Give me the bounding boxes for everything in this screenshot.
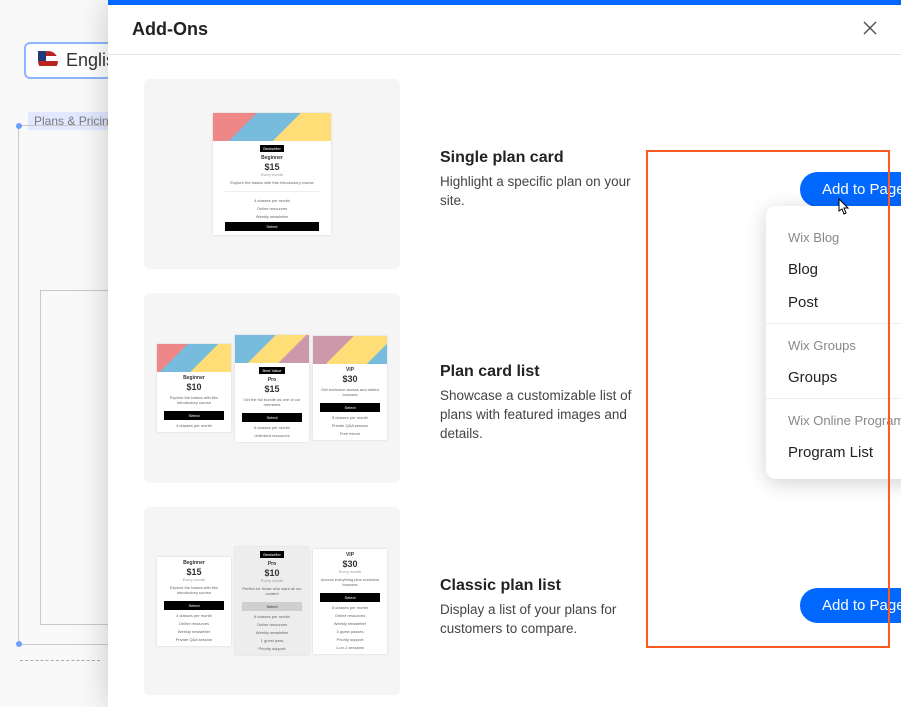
close-icon bbox=[863, 21, 877, 35]
dropdown-item-program-list[interactable]: Program List bbox=[766, 436, 901, 469]
modal-title: Add-Ons bbox=[132, 19, 208, 40]
addon-description: Showcase a customizable list of plans wi… bbox=[440, 387, 650, 444]
dropdown-group: Wix Blog Blog Post bbox=[766, 220, 901, 319]
addon-text: Classic plan list Display a list of your… bbox=[440, 507, 650, 639]
dropdown-item-post[interactable]: Post bbox=[766, 286, 901, 319]
canvas-guide bbox=[20, 660, 100, 661]
dropdown-group: Wix Groups Groups bbox=[766, 323, 901, 394]
dropdown-group: Wix Online Programs Program List bbox=[766, 398, 901, 469]
thumbnail-classic-plan-list[interactable]: Beginner $15 Every month Explore the bas… bbox=[144, 507, 400, 695]
flag-us-icon bbox=[38, 51, 58, 71]
addon-description: Display a list of your plans for custome… bbox=[440, 601, 650, 639]
addon-row-classic-plan-list: Beginner $15 Every month Explore the bas… bbox=[144, 507, 881, 695]
mini-plan-card: Beginner $15 Every month Explore the bas… bbox=[157, 557, 231, 646]
mini-plan-card: VIP $30 Get exclusive access and added b… bbox=[313, 336, 387, 440]
addons-modal: Add-Ons Bestseller Beginner $15 Every mo… bbox=[108, 0, 901, 707]
modal-header: Add-Ons bbox=[108, 5, 901, 55]
close-button[interactable] bbox=[863, 19, 877, 40]
addon-text: Plan card list Showcase a customizable l… bbox=[440, 293, 650, 444]
addon-title: Single plan card bbox=[440, 149, 650, 167]
dropdown-item-blog[interactable]: Blog bbox=[766, 253, 901, 286]
addon-text: Single plan card Highlight a specific pl… bbox=[440, 79, 650, 211]
addon-title: Plan card list bbox=[440, 363, 650, 381]
addon-title: Classic plan list bbox=[440, 577, 650, 595]
dropdown-group-label: Wix Blog bbox=[766, 220, 901, 253]
dropdown-group-label: Wix Groups bbox=[766, 328, 901, 361]
dropdown-group-label: Wix Online Programs bbox=[766, 403, 901, 436]
addon-description: Highlight a specific plan on your site. bbox=[440, 173, 650, 211]
add-to-page-dropdown: Wix Blog Blog Post Wix Groups Groups Wix… bbox=[766, 206, 901, 479]
add-to-page-label: Add to Page bbox=[822, 597, 901, 614]
thumbnail-single-plan[interactable]: Bestseller Beginner $15 Every month Expl… bbox=[144, 79, 400, 269]
mini-plan-card: Bestseller Pro $10 Every month Perfect f… bbox=[235, 547, 309, 655]
add-to-page-button[interactable]: Add to Page bbox=[800, 588, 901, 623]
mini-plan-card: VIP $30 Every month Access everything pl… bbox=[313, 549, 387, 654]
add-to-page-button[interactable]: Add to Page bbox=[800, 172, 901, 207]
dropdown-item-groups[interactable]: Groups bbox=[766, 361, 901, 394]
add-to-page-label: Add to Page bbox=[822, 181, 901, 198]
mini-plan-card: Bestseller Beginner $15 Every month Expl… bbox=[213, 113, 331, 235]
mini-plan-card: Beginner $10 Explore the basics with thi… bbox=[157, 344, 231, 432]
mini-plan-card: Best Value Pro $15 Get the full bundle a… bbox=[235, 335, 309, 442]
thumbnail-plan-card-list[interactable]: Beginner $10 Explore the basics with thi… bbox=[144, 293, 400, 483]
